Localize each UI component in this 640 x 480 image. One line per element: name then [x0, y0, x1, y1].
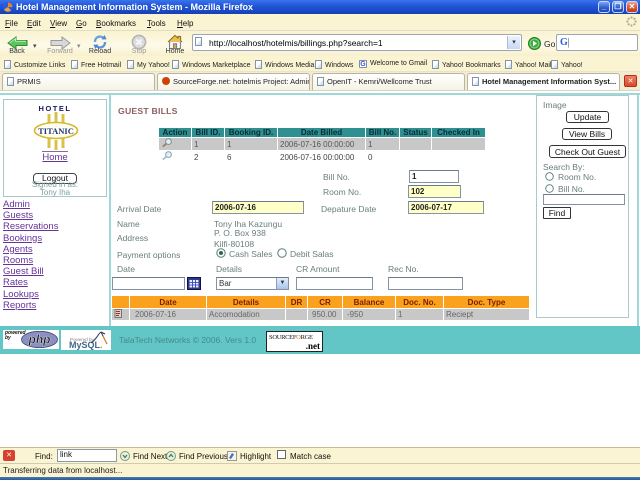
svg-text:php: php [28, 333, 51, 347]
svg-text:TITANIC: TITANIC [38, 126, 74, 136]
